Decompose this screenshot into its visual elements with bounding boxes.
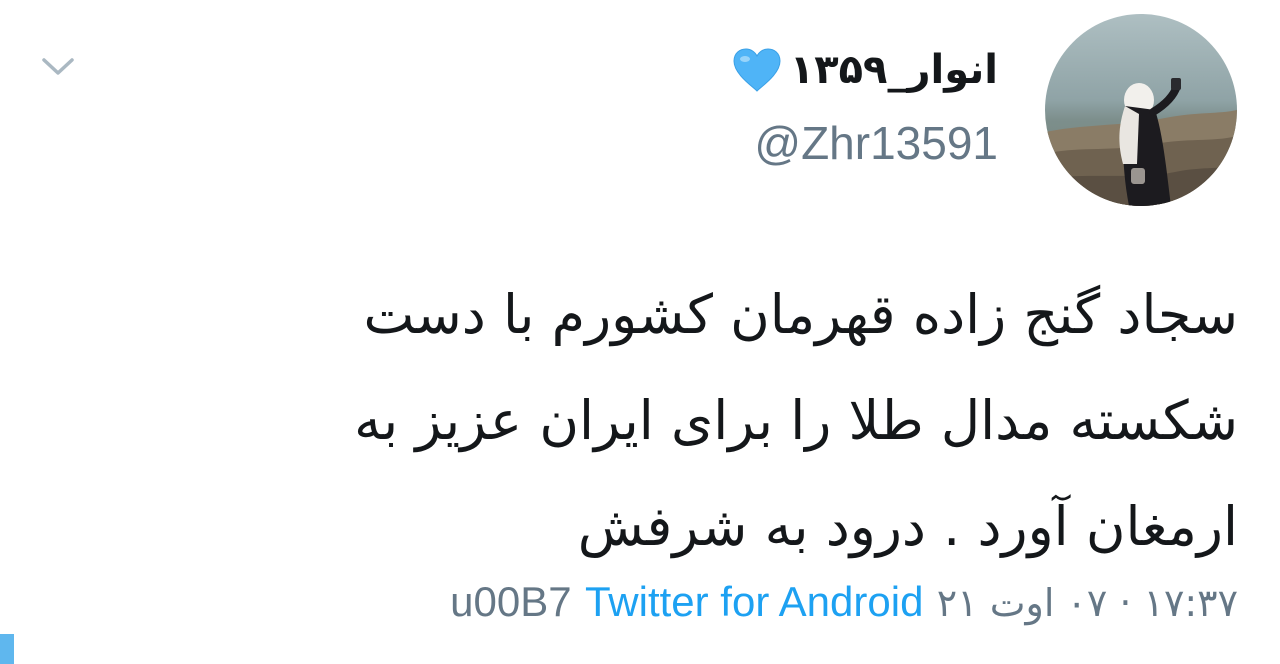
edge-accent [0,634,14,664]
user-handle[interactable]: @Zhr13591 [730,116,998,170]
user-header[interactable]: انوار_۱۳۵۹ @Zhr13591 [730,42,998,170]
display-name-row: انوار_۱۳۵۹ [730,42,998,98]
tweet-meta: ۱۷:۳۷ · ۰۷ اوت ۲۱ u00B7 Twitter for Andr… [450,574,1238,631]
tweet-card: انوار_۱۳۵۹ @Zhr13591 سجاد گنج زاده قهرما… [0,0,1280,664]
chevron-down-icon[interactable] [38,50,78,82]
meta-separator: u00B7 [450,578,572,625]
display-name[interactable]: انوار_۱۳۵۹ [790,42,998,98]
tweet-timestamp[interactable]: ۱۷:۳۷ · ۰۷ اوت ۲۱ [937,581,1238,625]
tweet-text: سجاد گنج زاده قهرمان کشورم با دست شکسته … [158,262,1238,580]
blue-heart-icon [730,46,784,94]
source-link[interactable]: Twitter for Android [585,578,923,625]
tweet-line: ارمغان آورد . درود به شرفش [577,495,1238,558]
avatar[interactable] [1045,14,1237,206]
tweet-line: شکسته مدال طلا را برای ایران عزیز به [354,389,1238,452]
tweet-line: سجاد گنج زاده قهرمان کشورم با دست [363,283,1239,346]
